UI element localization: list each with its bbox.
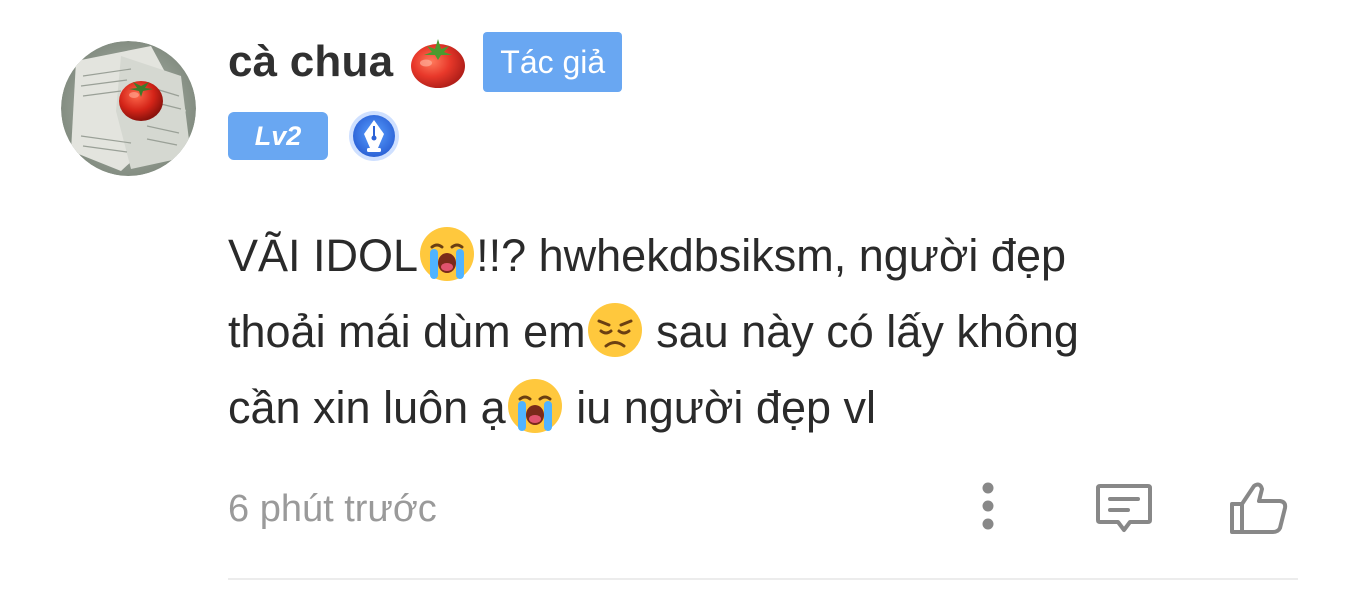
- author-badge: Tác giả: [483, 32, 623, 92]
- comment-header: cà chua Tác giả: [228, 30, 623, 94]
- comment-line-1: VÃI IDOL !!? hwhekdbsiksm, người đẹp: [228, 218, 1288, 294]
- divider: [228, 578, 1298, 580]
- comment-line-2: thoải mái dùm em sau này có lấy không: [228, 294, 1288, 370]
- comment-text: VÃI IDOL !!? hwhekdbsiksm, người đẹp tho…: [228, 218, 1288, 446]
- timestamp: 6 phút trước: [228, 488, 437, 530]
- comment-footer: 6 phút trước: [228, 480, 1298, 540]
- user-badges: Lv2: [228, 110, 400, 162]
- avatar-image: [61, 41, 196, 176]
- reply-comment-icon[interactable]: [1094, 480, 1154, 536]
- comment-item: cà chua Tác giả Lv2 VÃI IDOL !!? hwhekdb…: [0, 0, 1358, 600]
- disappointed-face-emoji-icon: [587, 303, 642, 357]
- pen-nib-badge-icon[interactable]: [348, 110, 400, 162]
- thumbs-up-icon[interactable]: [1228, 480, 1290, 536]
- loudly-crying-emoji-icon: [420, 227, 475, 281]
- comment-line-3: cần xin luôn ạ iu người đẹp vl: [228, 370, 1288, 446]
- username[interactable]: cà chua: [228, 37, 393, 87]
- tomato-emoji-icon: [411, 39, 466, 88]
- loudly-crying-emoji-icon: [507, 379, 562, 433]
- more-vertical-icon[interactable]: [973, 480, 1003, 536]
- level-badge: Lv2: [228, 112, 328, 160]
- avatar[interactable]: [61, 41, 196, 176]
